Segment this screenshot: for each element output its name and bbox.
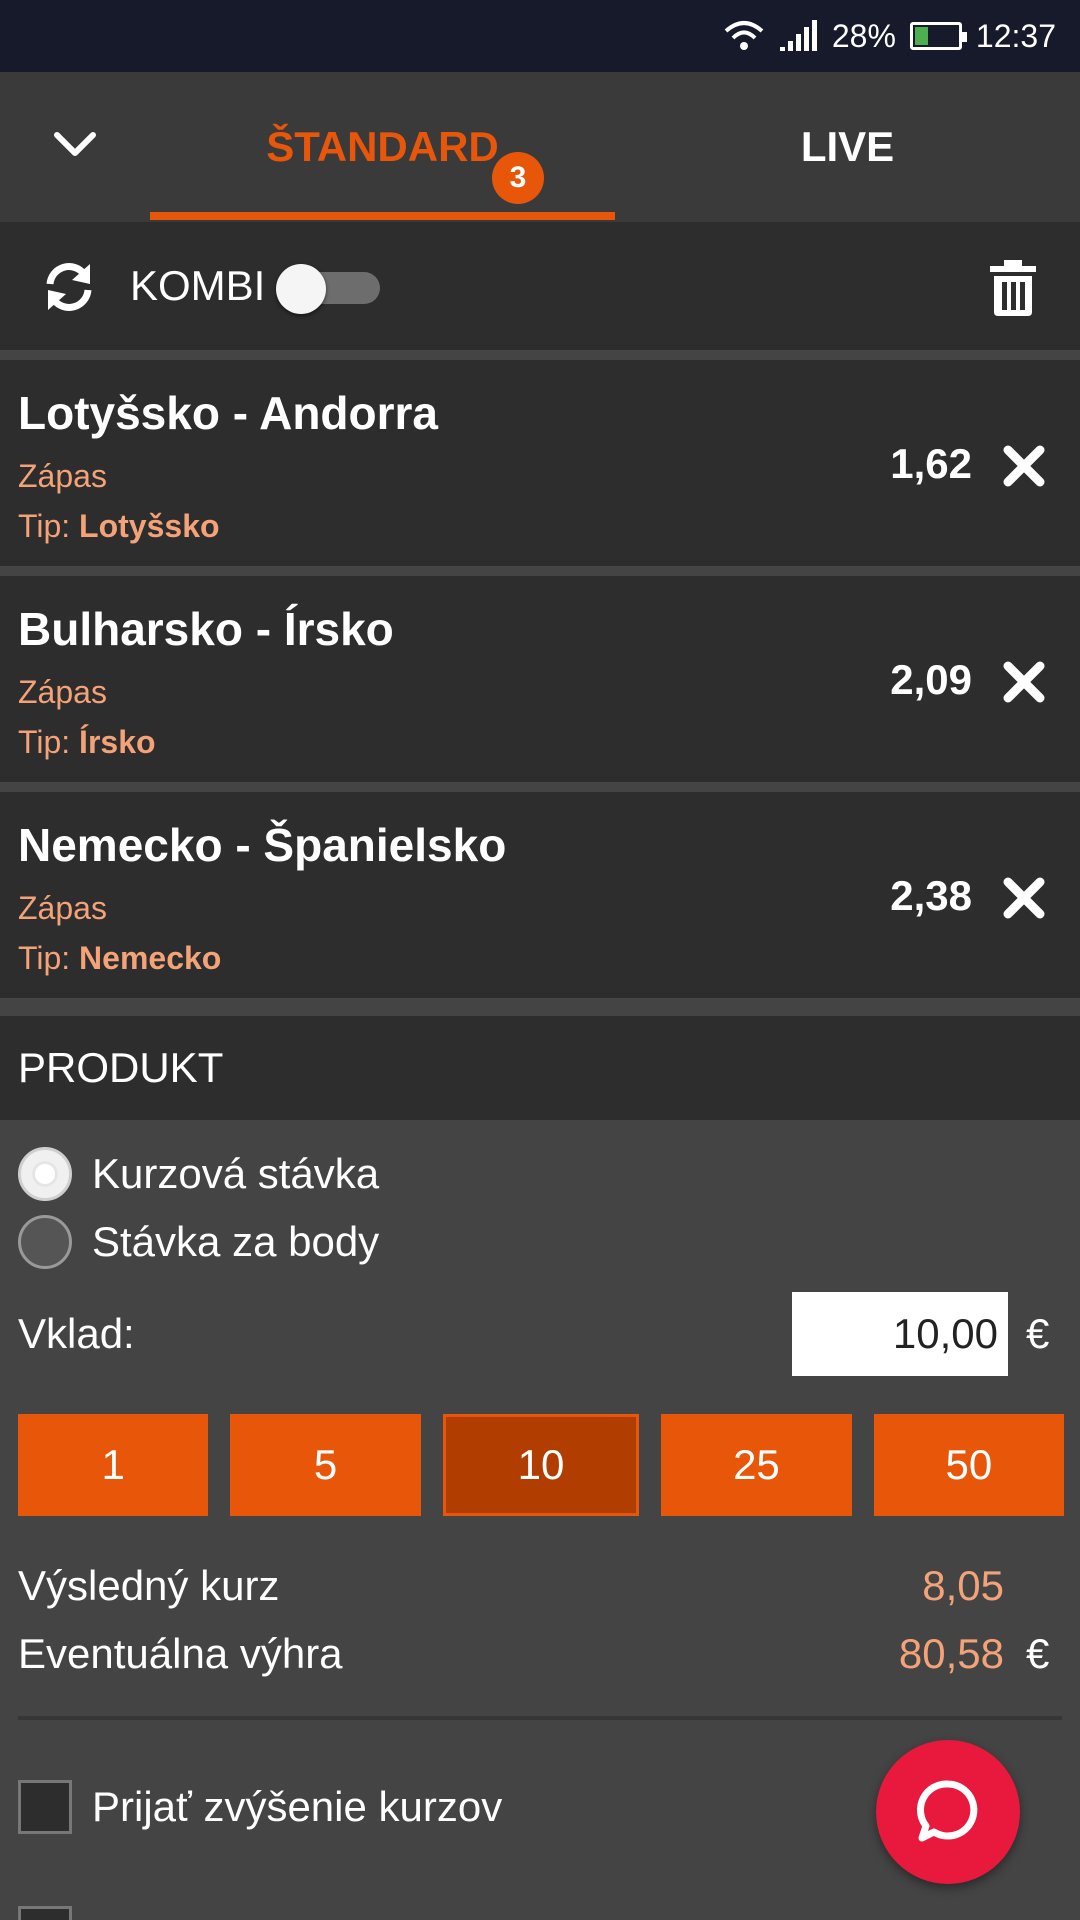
bet-match: Bulharsko - Írsko (18, 603, 394, 655)
tab-standard[interactable]: ŠTANDARD (150, 72, 615, 222)
potential-win-label: Eventuálna výhra (18, 1630, 343, 1677)
second-option-checkbox-row[interactable] (18, 1906, 72, 1920)
radio-button-selected[interactable] (18, 1147, 72, 1201)
stake-preset-button[interactable]: 5 (230, 1414, 421, 1516)
stake-input[interactable] (792, 1292, 1008, 1376)
remove-bet-button[interactable] (1002, 876, 1046, 920)
remove-bet-button[interactable] (1002, 660, 1046, 704)
potential-win-currency: € (1026, 1630, 1050, 1677)
bet-slip-toolbar: KOMBI (0, 222, 1080, 350)
status-bar: 28% 12:37 (0, 0, 1080, 72)
bet-market: Zápas (18, 890, 107, 926)
tab-standard-label: ŠTANDARD (266, 123, 499, 170)
signal-icon (778, 19, 818, 53)
clear-slip-button[interactable] (990, 260, 1036, 316)
bet-item: Nemecko - Španielsko Zápas Tip: Nemecko … (0, 792, 1080, 998)
bet-tip: Tip: Lotyšsko (18, 508, 220, 544)
clock: 12:37 (975, 17, 1056, 54)
radio-button[interactable] (18, 1215, 72, 1269)
bet-odds: 2,38 (890, 872, 972, 919)
bet-odds: 2,09 (890, 656, 972, 703)
wifi-icon (724, 19, 764, 53)
stake-preset-button[interactable]: 1 (18, 1414, 209, 1516)
bet-match: Lotyšsko - Andorra (18, 387, 439, 439)
bet-tip: Tip: Nemecko (18, 940, 222, 976)
accept-odds-increase-label: Prijať zvýšenie kurzov (92, 1783, 503, 1830)
stake-currency: € (1026, 1310, 1050, 1357)
collapse-button[interactable] (50, 120, 100, 170)
close-icon (1003, 661, 1045, 703)
bet-tip: Tip: Írsko (18, 724, 156, 760)
bet-item: Lotyšsko - Andorra Zápas Tip: Lotyšsko 1… (0, 360, 1080, 566)
trash-icon (990, 260, 1036, 316)
divider (18, 1716, 1062, 1720)
bet-market: Zápas (18, 458, 107, 494)
radio-stavka-za-body[interactable]: Stávka za body (18, 1212, 379, 1272)
stake-preset-button[interactable]: 50 (873, 1414, 1065, 1516)
close-icon (1003, 877, 1045, 919)
checkbox[interactable] (18, 1906, 72, 1920)
potential-win-value: 80,58 (898, 1630, 1004, 1677)
produkt-title: PRODUKT (18, 1044, 224, 1091)
remove-bet-button[interactable] (1002, 444, 1046, 488)
kombi-label: KOMBI (130, 262, 266, 309)
radio-kurzova-stavka[interactable]: Kurzová stávka (18, 1144, 379, 1204)
bet-odds: 1,62 (890, 440, 972, 487)
bet-market: Zápas (18, 674, 107, 710)
chat-icon (916, 1780, 978, 1842)
stake-label: Vklad: (18, 1310, 135, 1357)
bet-match: Nemecko - Španielsko (18, 819, 507, 871)
tab-live-label: LIVE (800, 123, 895, 170)
total-odds-value: 8,05 (922, 1562, 1004, 1609)
bet-count-badge: 3 (492, 152, 544, 204)
total-odds-label: Výsledný kurz (18, 1562, 280, 1609)
stake-preset-button-selected[interactable]: 10 (442, 1414, 640, 1516)
kombi-toggle[interactable] (276, 264, 382, 314)
battery-icon (909, 22, 967, 50)
battery-percent: 28% (831, 17, 896, 54)
accept-odds-increase-checkbox[interactable] (18, 1780, 72, 1834)
radio-label: Kurzová stávka (92, 1150, 380, 1197)
accept-odds-increase-option[interactable]: Prijať zvýšenie kurzov (18, 1780, 502, 1834)
close-icon (1003, 445, 1045, 487)
stake-presets: 1 5 10 25 50 (18, 1414, 1065, 1516)
chevron-down-icon (54, 132, 96, 156)
chat-button[interactable] (876, 1740, 1020, 1884)
active-tab-indicator (150, 212, 615, 220)
refresh-icon (46, 263, 92, 311)
refresh-button[interactable] (40, 258, 98, 316)
radio-label: Stávka za body (92, 1218, 380, 1265)
tab-live[interactable]: LIVE (615, 72, 1080, 222)
produkt-header: PRODUKT (0, 1016, 1080, 1120)
stake-preset-button[interactable]: 25 (661, 1414, 852, 1516)
bet-item: Bulharsko - Írsko Zápas Tip: Írsko 2,09 (0, 576, 1080, 782)
bet-slip-tabs: ŠTANDARD 3 LIVE (0, 72, 1080, 222)
